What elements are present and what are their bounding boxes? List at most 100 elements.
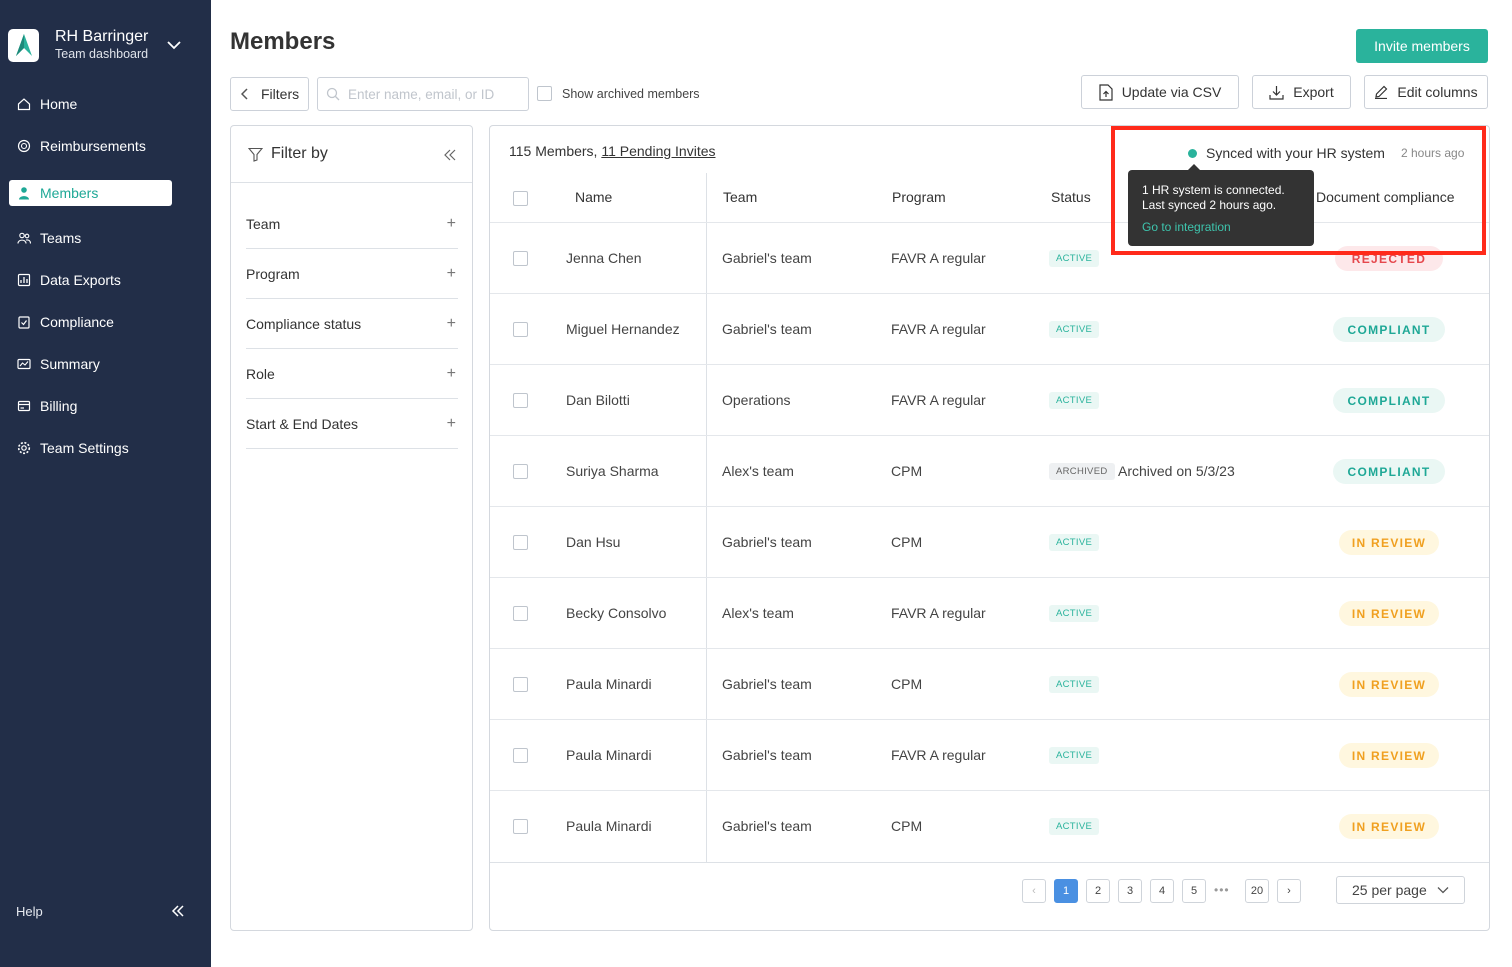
sidebar-item-billing[interactable]: Billing — [9, 393, 172, 419]
document-compliance-badge: REJECTED — [1335, 246, 1443, 271]
table-row[interactable]: Paula Minardi Gabriel's team CPM ACTIVE IN R… — [490, 648, 1489, 719]
brand-switcher[interactable]: RH Barringer Team dashboard — [8, 28, 148, 62]
show-archived-checkbox[interactable] — [537, 86, 552, 101]
page-2-button[interactable]: 2 — [1086, 879, 1110, 903]
chevron-down-icon[interactable] — [166, 38, 182, 57]
table-row[interactable]: Paula Minardi Gabriel's team CPM ACTIVE IN R… — [490, 790, 1489, 861]
page-5-button[interactable]: 5 — [1182, 879, 1206, 903]
brand-subtitle: Team dashboard — [55, 47, 149, 61]
member-program: FAVR A regular — [891, 747, 986, 763]
member-name[interactable]: Paula Minardi — [566, 747, 652, 763]
page-20-button[interactable]: 20 — [1245, 879, 1269, 903]
edit-columns-button[interactable]: Edit columns — [1364, 75, 1488, 109]
filter-section-compliance-status[interactable]: Compliance status + — [246, 299, 458, 349]
column-header-team[interactable]: Team — [723, 189, 757, 205]
column-header-program[interactable]: Program — [892, 189, 946, 205]
search-input[interactable] — [348, 86, 518, 102]
plus-icon[interactable]: + — [447, 215, 456, 233]
document-compliance-badge: COMPLIANT — [1333, 388, 1445, 413]
go-to-integration-link[interactable]: Go to integration — [1142, 220, 1300, 235]
member-name[interactable]: Dan Hsu — [566, 534, 620, 550]
plus-icon[interactable]: + — [447, 365, 456, 383]
filter-section-program[interactable]: Program + — [246, 249, 458, 299]
sidebar-item-teams[interactable]: Teams — [9, 225, 172, 251]
table-row[interactable]: Suriya Sharma Alex's team CPM ARCHIVED Archi… — [490, 435, 1489, 506]
member-name[interactable]: Paula Minardi — [566, 676, 652, 692]
sidebar-item-members[interactable]: Members — [9, 180, 172, 206]
member-team: Gabriel's team — [722, 818, 812, 834]
sidebar-item-team-settings[interactable]: Team Settings — [9, 435, 172, 461]
row-checkbox[interactable] — [513, 748, 528, 763]
hr-sync-status[interactable]: Synced with your HR system — [1188, 145, 1385, 161]
export-button[interactable]: Export — [1252, 75, 1351, 109]
members-summary: 115 Members, 11 Pending Invites — [509, 143, 716, 159]
collapse-filter-icon[interactable] — [444, 148, 456, 166]
filter-section-role[interactable]: Role + — [246, 349, 458, 399]
billing-icon — [17, 400, 31, 412]
filters-label: Filters — [261, 86, 300, 102]
sidebar-item-compliance[interactable]: Compliance — [9, 309, 172, 335]
member-team: Gabriel's team — [722, 250, 812, 266]
per-page-select[interactable]: 25 per page — [1336, 876, 1465, 904]
plus-icon[interactable]: + — [447, 265, 456, 283]
table-row[interactable]: Dan Bilotti Operations FAVR A regular ACTIV… — [490, 364, 1489, 435]
row-checkbox[interactable] — [513, 251, 528, 266]
page-3-button[interactable]: 3 — [1118, 879, 1142, 903]
collapse-sidebar-icon[interactable] — [170, 903, 186, 924]
sidebar-item-label: Summary — [40, 356, 100, 372]
show-archived-toggle[interactable]: Show archived members — [537, 86, 700, 101]
filter-section-team[interactable]: Team + — [246, 199, 458, 249]
column-header-name[interactable]: Name — [575, 189, 612, 205]
table-row[interactable]: Becky Consolvo Alex's team FAVR A regular A… — [490, 577, 1489, 648]
reimbursements-icon — [17, 139, 31, 153]
status-badge: ACTIVE — [1049, 605, 1100, 622]
status-badge: ARCHIVED — [1049, 463, 1115, 480]
table-row[interactable]: Miguel Hernandez Gabriel's team FAVR A reg… — [490, 293, 1489, 364]
row-checkbox[interactable] — [513, 606, 528, 621]
file-upload-icon — [1099, 83, 1113, 101]
column-header-status[interactable]: Status — [1051, 189, 1091, 205]
row-checkbox[interactable] — [513, 464, 528, 479]
filter-section-label: Program — [246, 265, 300, 282]
select-all-checkbox[interactable] — [513, 191, 528, 206]
filter-section-start-end-dates[interactable]: Start & End Dates + — [246, 399, 458, 449]
row-checkbox[interactable] — [513, 819, 528, 834]
table-row[interactable]: Paula Minardi Gabriel's team FAVR A regula… — [490, 719, 1489, 790]
pending-invites-link[interactable]: 11 Pending Invites — [601, 143, 715, 159]
row-checkbox[interactable] — [513, 322, 528, 337]
member-program: FAVR A regular — [891, 605, 986, 621]
member-name[interactable]: Miguel Hernandez — [566, 321, 680, 337]
member-name[interactable]: Suriya Sharma — [566, 463, 659, 479]
row-checkbox[interactable] — [513, 677, 528, 692]
member-program: CPM — [891, 818, 923, 834]
filters-button[interactable]: Filters — [230, 77, 309, 111]
member-name[interactable]: Jenna Chen — [566, 250, 642, 266]
member-name[interactable]: Dan Bilotti — [566, 392, 630, 408]
help-link[interactable]: Help — [16, 904, 43, 919]
sidebar-item-reimbursements[interactable]: Reimbursements — [9, 133, 172, 159]
column-header-document-compliance[interactable]: Document compliance — [1316, 189, 1455, 205]
filter-panel: Filter by Team + Program + Compliance status… — [230, 125, 473, 931]
document-compliance-badge: IN REVIEW — [1339, 530, 1439, 555]
brand-logo-icon — [8, 28, 39, 62]
update-csv-button[interactable]: Update via CSV — [1081, 75, 1239, 109]
invite-members-button[interactable]: Invite members — [1356, 29, 1488, 63]
table-row[interactable]: Jenna Chen Gabriel's team FAVR A regular AC… — [490, 222, 1489, 293]
sidebar-item-summary[interactable]: Summary — [9, 351, 172, 377]
row-checkbox[interactable] — [513, 393, 528, 408]
member-name[interactable]: Becky Consolvo — [566, 605, 666, 621]
prev-page-button[interactable]: ‹ — [1022, 879, 1046, 903]
table-row[interactable]: Dan Hsu Gabriel's team CPM ACTIVE IN REVIEW — [490, 506, 1489, 577]
member-name[interactable]: Paula Minardi — [566, 818, 652, 834]
next-page-button[interactable]: › — [1277, 879, 1301, 903]
page-4-button[interactable]: 4 — [1150, 879, 1174, 903]
plus-icon[interactable]: + — [447, 415, 456, 433]
page-1-button[interactable]: 1 — [1054, 879, 1078, 903]
sidebar-item-label: Teams — [40, 230, 82, 246]
sidebar-item-data-exports[interactable]: Data Exports — [9, 267, 172, 293]
row-checkbox[interactable] — [513, 535, 528, 550]
member-program: FAVR A regular — [891, 392, 986, 408]
sidebar-item-home[interactable]: Home — [9, 91, 172, 117]
sidebar-item-label: Members — [40, 185, 99, 201]
plus-icon[interactable]: + — [447, 315, 456, 333]
